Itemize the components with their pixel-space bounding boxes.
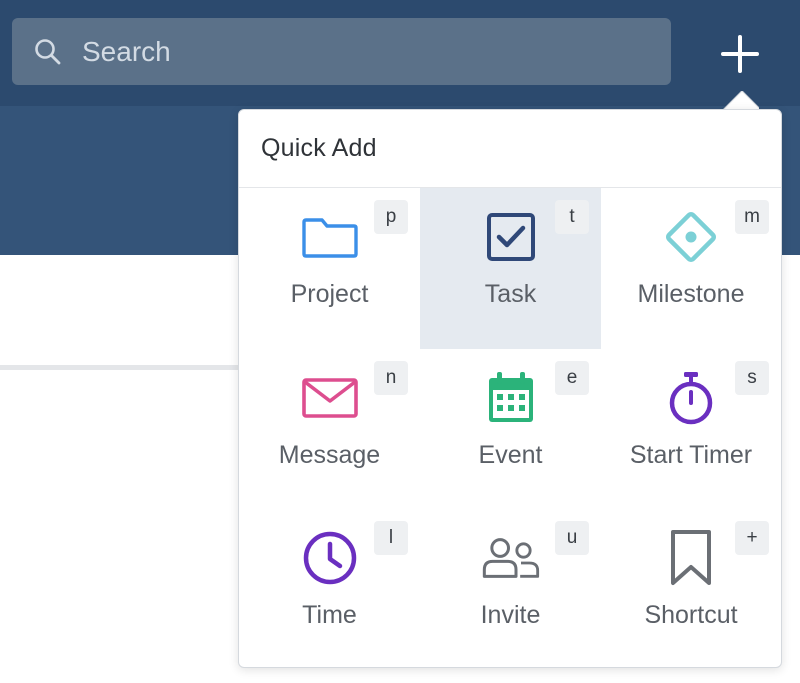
checkbox-icon bbox=[481, 213, 541, 261]
folder-icon bbox=[300, 214, 360, 260]
popover-title: Quick Add bbox=[261, 134, 377, 162]
quick-add-start-timer[interactable]: Start Timer s bbox=[601, 349, 781, 509]
shortcut-key-badge: s bbox=[735, 361, 769, 395]
shortcut-key-badge: n bbox=[374, 361, 408, 395]
shortcut-key-badge: p bbox=[374, 200, 408, 234]
tile-label: Milestone bbox=[637, 280, 745, 308]
quick-add-project[interactable]: Project p bbox=[239, 188, 420, 349]
calendar-icon bbox=[481, 372, 541, 422]
shortcut-key-badge: m bbox=[735, 200, 769, 234]
plus-icon bbox=[721, 35, 759, 73]
tile-label: Project bbox=[290, 280, 369, 308]
people-icon bbox=[481, 535, 541, 581]
quick-add-shortcut[interactable]: Shortcut + bbox=[601, 509, 781, 669]
tile-label: Task bbox=[484, 280, 537, 308]
tile-label: Start Timer bbox=[629, 441, 753, 469]
quick-add-time[interactable]: Time l bbox=[239, 509, 420, 669]
quick-add-grid: Project p Task t Milestone m Message n E… bbox=[239, 188, 781, 669]
tile-label: Time bbox=[302, 601, 357, 629]
bookmark-icon bbox=[661, 530, 721, 585]
quick-add-invite[interactable]: Invite u bbox=[420, 509, 601, 669]
shortcut-key-badge: + bbox=[735, 521, 769, 555]
quick-add-button[interactable] bbox=[712, 26, 768, 82]
quick-add-milestone[interactable]: Milestone m bbox=[601, 188, 781, 349]
quick-add-event[interactable]: Event e bbox=[420, 349, 601, 509]
tile-label: Event bbox=[478, 441, 543, 469]
search-input[interactable] bbox=[80, 17, 671, 86]
search-bar[interactable] bbox=[12, 17, 671, 86]
quick-add-task[interactable]: Task t bbox=[420, 188, 601, 349]
shortcut-key-badge: e bbox=[555, 361, 589, 395]
popover-caret bbox=[723, 91, 759, 110]
quick-add-message[interactable]: Message n bbox=[239, 349, 420, 509]
shortcut-key-badge: u bbox=[555, 521, 589, 555]
shortcut-key-badge: t bbox=[555, 200, 589, 234]
stopwatch-icon bbox=[661, 372, 721, 425]
tile-label: Shortcut bbox=[644, 601, 738, 629]
quick-add-popover: Quick Add Project p Task t Milestone m M… bbox=[238, 109, 782, 668]
milestone-diamond-icon bbox=[661, 211, 721, 263]
tile-label: Message bbox=[278, 441, 381, 469]
envelope-icon bbox=[300, 375, 360, 421]
tile-label: Invite bbox=[480, 601, 541, 629]
shortcut-key-badge: l bbox=[374, 521, 408, 555]
popover-header: Quick Add bbox=[239, 110, 781, 188]
content-divider bbox=[0, 365, 240, 370]
search-icon bbox=[35, 38, 61, 64]
clock-icon bbox=[300, 531, 360, 585]
